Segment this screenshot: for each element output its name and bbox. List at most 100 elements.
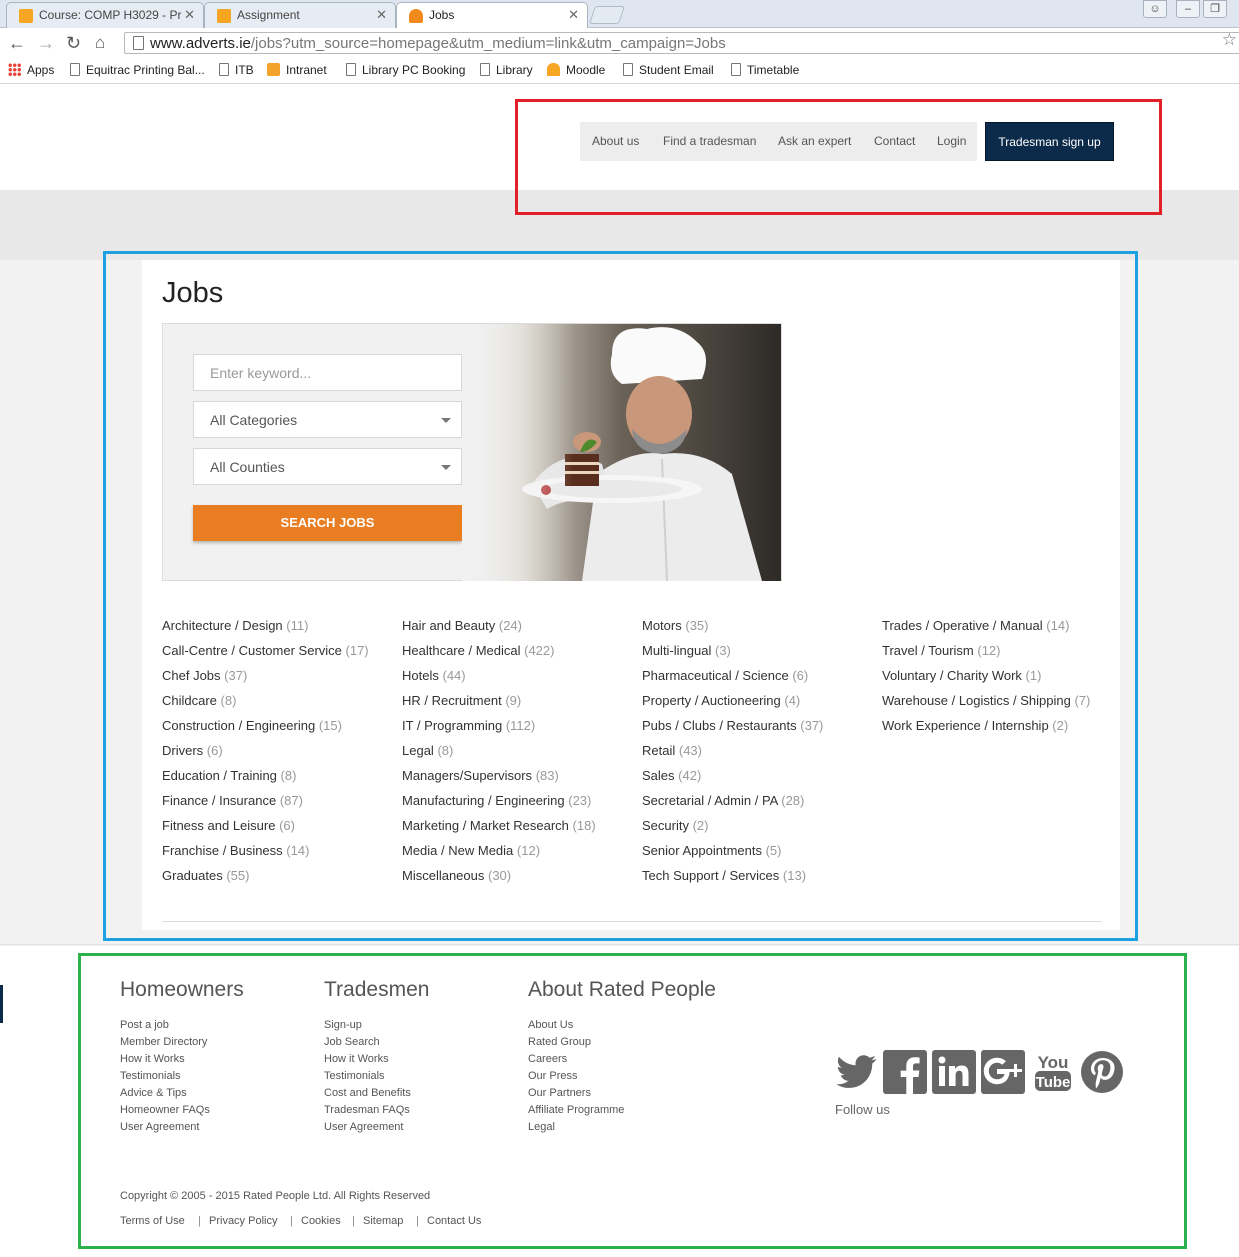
bookmark-moodle[interactable]: Moodle	[547, 63, 605, 77]
job-category-link[interactable]: Construction / Engineering (15)	[162, 718, 342, 733]
close-icon[interactable]: ✕	[184, 7, 195, 23]
browser-tab-course[interactable]: Course: COMP H3029 - Pr ✕	[6, 2, 204, 28]
bookmark-star-icon[interactable]: ☆	[1222, 30, 1237, 50]
job-category-link[interactable]: Chef Jobs (37)	[162, 668, 247, 683]
back-icon[interactable]: ←	[8, 33, 26, 53]
job-category-link[interactable]: Property / Auctioneering (4)	[642, 693, 800, 708]
bookmark-timetable[interactable]: Timetable	[731, 63, 799, 77]
footer-link[interactable]: Advice & Tips	[120, 1087, 187, 1099]
footer-link[interactable]: Homeowner FAQs	[120, 1104, 210, 1116]
footer-link[interactable]: Rated Group	[528, 1036, 591, 1048]
job-category-link[interactable]: Tech Support / Services (13)	[642, 868, 806, 883]
twitter-icon[interactable]	[834, 1050, 878, 1094]
job-category-link[interactable]: Motors (35)	[642, 618, 708, 633]
maximize-icon[interactable]: ❐	[1203, 0, 1227, 18]
job-category-link[interactable]: HR / Recruitment (9)	[402, 693, 521, 708]
job-category-link[interactable]: Manufacturing / Engineering (23)	[402, 793, 591, 808]
bookmark-library[interactable]: Library	[480, 63, 533, 77]
nav-find-tradesman[interactable]: Find a tradesman	[663, 134, 756, 148]
bookmark-apps[interactable]: Apps	[8, 63, 54, 77]
keyword-input[interactable]: Enter keyword...	[193, 354, 462, 391]
forward-icon[interactable]: →	[37, 33, 55, 53]
close-icon[interactable]: ✕	[376, 7, 387, 23]
job-category-link[interactable]: Sales (42)	[642, 768, 701, 783]
footer-link[interactable]: Legal	[528, 1121, 555, 1133]
footer-link[interactable]: Testimonials	[120, 1070, 181, 1082]
privacy-policy-link[interactable]: Privacy Policy	[209, 1215, 277, 1227]
job-category-link[interactable]: Pharmaceutical / Science (6)	[642, 668, 808, 683]
job-category-link[interactable]: Managers/Supervisors (83)	[402, 768, 559, 783]
footer-link[interactable]: Sign-up	[324, 1019, 362, 1031]
job-category-link[interactable]: Education / Training (8)	[162, 768, 296, 783]
cookies-link[interactable]: Cookies	[301, 1215, 341, 1227]
nav-login[interactable]: Login	[937, 134, 966, 148]
footer-link[interactable]: Careers	[528, 1053, 567, 1065]
footer-link[interactable]: How it Works	[324, 1053, 389, 1065]
job-category-link[interactable]: Senior Appointments (5)	[642, 843, 781, 858]
nav-ask-expert[interactable]: Ask an expert	[778, 134, 851, 148]
pinterest-icon[interactable]	[1080, 1050, 1124, 1094]
job-category-link[interactable]: Healthcare / Medical (422)	[402, 643, 554, 658]
footer-link[interactable]: How it Works	[120, 1053, 185, 1065]
terms-of-use-link[interactable]: Terms of Use	[120, 1215, 185, 1227]
googleplus-icon[interactable]	[981, 1050, 1025, 1094]
job-category-link[interactable]: Drivers (6)	[162, 743, 223, 758]
job-category-link[interactable]: Architecture / Design (11)	[162, 618, 308, 633]
bookmark-intranet[interactable]: Intranet	[267, 63, 327, 77]
nav-contact[interactable]: Contact	[874, 134, 915, 148]
county-select[interactable]: All Counties	[193, 448, 462, 485]
bookmark-student-email[interactable]: Student Email	[623, 63, 714, 77]
bookmark-itb[interactable]: ITB	[219, 63, 254, 77]
facebook-icon[interactable]	[883, 1050, 927, 1094]
job-category-link[interactable]: Secretarial / Admin / PA (28)	[642, 793, 804, 808]
job-category-link[interactable]: Hair and Beauty (24)	[402, 618, 522, 633]
minimize-icon[interactable]: –	[1176, 0, 1200, 18]
youtube-icon[interactable]: You Tube	[1031, 1050, 1075, 1094]
job-category-link[interactable]: Media / New Media (12)	[402, 843, 540, 858]
footer-link[interactable]: Job Search	[324, 1036, 380, 1048]
bookmark-equitrac[interactable]: Equitrac Printing Bal...	[70, 63, 205, 77]
job-category-link[interactable]: Travel / Tourism (12)	[882, 643, 1001, 658]
footer-link[interactable]: Testimonials	[324, 1070, 385, 1082]
footer-link[interactable]: Our Press	[528, 1070, 578, 1082]
address-bar[interactable]: www.adverts.ie/jobs?utm_source=homepage&…	[124, 32, 1239, 54]
footer-link[interactable]: About Us	[528, 1019, 573, 1031]
job-category-link[interactable]: Fitness and Leisure (6)	[162, 818, 295, 833]
job-category-link[interactable]: Marketing / Market Research (18)	[402, 818, 596, 833]
search-jobs-button[interactable]: SEARCH JOBS	[193, 505, 462, 541]
footer-link[interactable]: Cost and Benefits	[324, 1087, 411, 1099]
job-category-link[interactable]: Retail (43)	[642, 743, 702, 758]
job-category-link[interactable]: IT / Programming (112)	[402, 718, 535, 733]
linkedin-icon[interactable]	[932, 1050, 976, 1094]
user-icon[interactable]: ☺	[1143, 0, 1167, 18]
nav-about-us[interactable]: About us	[592, 134, 639, 148]
new-tab-button[interactable]	[589, 6, 625, 24]
job-category-link[interactable]: Voluntary / Charity Work (1)	[882, 668, 1041, 683]
footer-link[interactable]: User Agreement	[324, 1121, 403, 1133]
footer-link[interactable]: Member Directory	[120, 1036, 207, 1048]
job-category-link[interactable]: Warehouse / Logistics / Shipping (7)	[882, 693, 1090, 708]
footer-link[interactable]: Affiliate Programme	[528, 1104, 624, 1116]
job-category-link[interactable]: Pubs / Clubs / Restaurants (37)	[642, 718, 823, 733]
footer-link[interactable]: User Agreement	[120, 1121, 199, 1133]
tradesman-signup-button[interactable]: Tradesman sign up	[985, 122, 1114, 161]
contact-us-link[interactable]: Contact Us	[427, 1215, 481, 1227]
home-icon[interactable]: ⌂	[95, 33, 105, 53]
job-category-link[interactable]: Childcare (8)	[162, 693, 236, 708]
browser-tab-jobs[interactable]: Jobs ✕	[396, 2, 588, 28]
job-category-link[interactable]: Finance / Insurance (87)	[162, 793, 303, 808]
job-category-link[interactable]: Legal (8)	[402, 743, 453, 758]
reload-icon[interactable]: ↻	[66, 33, 81, 53]
job-category-link[interactable]: Call-Centre / Customer Service (17)	[162, 643, 369, 658]
job-category-link[interactable]: Multi-lingual (3)	[642, 643, 731, 658]
close-icon[interactable]: ✕	[568, 7, 579, 23]
footer-link[interactable]: Post a job	[120, 1019, 169, 1031]
bookmark-library-pc[interactable]: Library PC Booking	[346, 63, 465, 77]
footer-link[interactable]: Our Partners	[528, 1087, 591, 1099]
category-select[interactable]: All Categories	[193, 401, 462, 438]
sitemap-link[interactable]: Sitemap	[363, 1215, 403, 1227]
job-category-link[interactable]: Work Experience / Internship (2)	[882, 718, 1068, 733]
job-category-link[interactable]: Trades / Operative / Manual (14)	[882, 618, 1069, 633]
browser-tab-assignment[interactable]: Assignment ✕	[204, 2, 396, 28]
job-category-link[interactable]: Franchise / Business (14)	[162, 843, 309, 858]
